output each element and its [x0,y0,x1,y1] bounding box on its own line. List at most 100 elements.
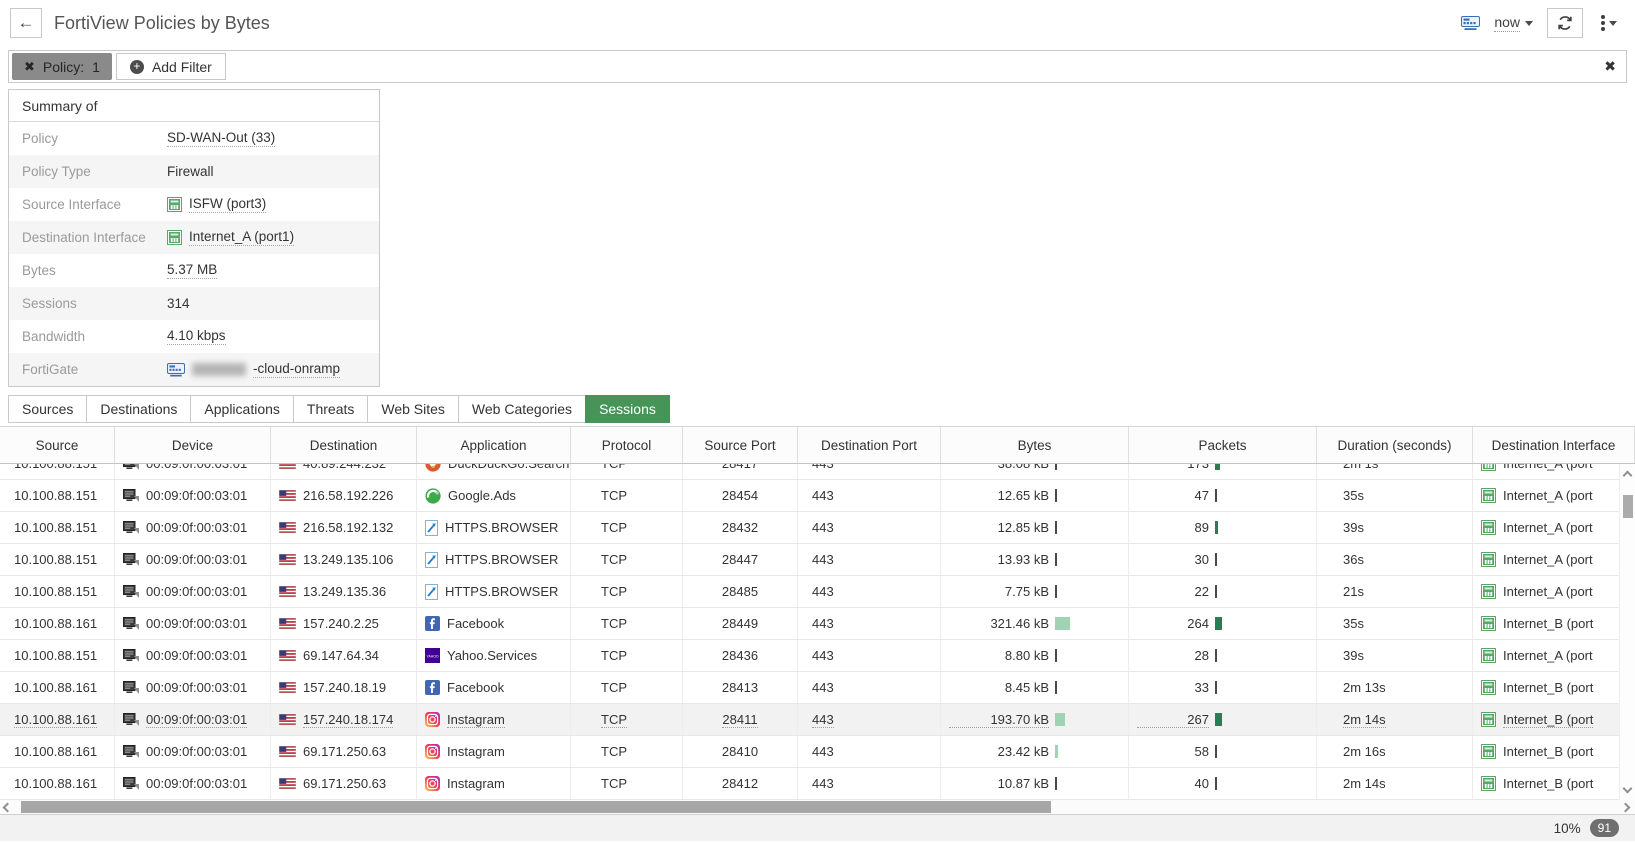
cell-protocol: TCP [571,672,683,703]
cell-source-label: 10.100.88.151 [14,584,98,599]
https-icon [425,583,438,600]
table-row[interactable]: 10.100.88.151 00:09:0f:00:03:01 40.89.244.… [0,464,1635,480]
cell-packets: 22 [1129,576,1317,607]
cell-source: 10.100.88.161 [0,608,115,639]
tab-sources[interactable]: Sources [8,395,88,423]
clear-filters-icon[interactable]: ✖ [1604,58,1616,75]
cell-source: 10.100.88.151 [0,464,115,479]
cell-source-port: 28454 [683,480,798,511]
cell-source-label: 10.100.88.161 [14,711,98,728]
tab-web-sites[interactable]: Web Sites [367,395,459,423]
fortigate-icon [167,362,185,377]
policy-filter-chip[interactable]: ✖ Policy: 1 [12,53,112,80]
cell-duration-label: 2m 16s [1343,744,1386,759]
table-row[interactable]: 10.100.88.151 00:09:0f:00:03:01 13.249.135… [0,544,1635,576]
table-row[interactable]: 10.100.88.151 00:09:0f:00:03:01 13.249.135… [0,576,1635,608]
horizontal-scrollbar-thumb[interactable] [21,801,1051,813]
table-row[interactable]: 10.100.88.161 00:09:0f:00:03:01 69.171.250… [0,768,1635,800]
column-header-source-port[interactable]: Source Port [683,427,798,463]
cell-destination-port: 443 [798,736,941,767]
cell-source-label: 10.100.88.161 [14,744,98,759]
summary-value-text[interactable]: -cloud-onramp [253,361,341,378]
column-header-destination[interactable]: Destination [271,427,417,463]
column-header-source[interactable]: Source [0,427,115,463]
tab-applications[interactable]: Applications [190,395,294,423]
cell-destination: 69.171.250.63 [271,736,417,767]
table-row[interactable]: 10.100.88.151 00:09:0f:00:03:01 216.58.192… [0,480,1635,512]
tab-threats[interactable]: Threats [292,395,369,423]
cell-duration: 35s [1317,608,1473,639]
add-filter-button[interactable]: + Add Filter [115,53,226,80]
tab-sessions[interactable]: Sessions [585,395,670,423]
device-mac: 00:09:0f:00:03:01 [146,488,248,503]
plus-circle-icon: + [129,59,144,74]
value-bar [1055,464,1057,470]
destination-ip: 40.89.244.232 [303,464,386,471]
cell-device: 00:09:0f:00:03:01 [115,576,271,607]
tab-web-categories[interactable]: Web Categories [457,395,587,423]
cell-destination-port: 443 [798,480,941,511]
cell-protocol: TCP [571,480,683,511]
cell-source-port: 28412 [683,768,798,799]
destination-ip: 157.240.18.19 [303,680,387,695]
vertical-scrollbar-thumb[interactable] [1622,495,1633,518]
summary-value-text[interactable]: 5.37 MB [167,262,218,279]
remove-filter-icon[interactable]: ✖ [24,59,35,75]
table-row[interactable]: 10.100.88.151 00:09:0f:00:03:01 216.58.192… [0,512,1635,544]
table-row[interactable]: 10.100.88.161 00:09:0f:00:03:01 157.240.18… [0,672,1635,704]
more-menu-button[interactable] [1597,13,1621,33]
notification-count-badge[interactable]: 91 [1589,819,1619,837]
cell-duration: 36s [1317,544,1473,575]
table-row[interactable]: 10.100.88.161 00:09:0f:00:03:01 69.171.250… [0,736,1635,768]
summary-row-fortigate: FortiGate -cloud-onramp [9,353,379,386]
cell-duration-label: 2m 1s [1343,464,1378,471]
cell-protocol: TCP [571,576,683,607]
table-row[interactable]: 10.100.88.161 00:09:0f:00:03:01 157.240.2.… [0,608,1635,640]
bytes-value: 8.80 kB [1004,648,1049,663]
value-bar [1055,489,1057,502]
tab-destinations[interactable]: Destinations [86,395,192,423]
horizontal-scrollbar[interactable] [0,800,1635,814]
summary-value-text[interactable]: 4.10 kbps [167,328,226,345]
refresh-button[interactable] [1547,8,1583,38]
column-header-destination-interface[interactable]: Destination Interface [1473,427,1635,463]
cell-source-port-label: 28411 [722,711,758,728]
column-header-protocol[interactable]: Protocol [571,427,683,463]
column-header-application[interactable]: Application [417,427,571,463]
summary-value-text[interactable]: ISFW (port3) [189,196,267,213]
cell-destination: 216.58.192.132 [271,512,417,543]
column-header-duration-seconds-[interactable]: Duration (seconds) [1317,427,1473,463]
application-name: Yahoo.Services [447,648,538,663]
summary-value-text[interactable]: SD-WAN-Out (33) [167,130,276,147]
column-header-device[interactable]: Device [115,427,271,463]
back-button[interactable]: ← [10,8,42,38]
table-row[interactable]: 10.100.88.161 00:09:0f:00:03:01 157.240.18… [0,704,1635,736]
cell-source-port-label: 28410 [721,744,759,759]
scroll-up-icon[interactable] [1622,470,1633,481]
device-mac: 00:09:0f:00:03:01 [146,584,248,599]
application-name: Instagram [447,776,505,791]
scroll-left-icon[interactable] [2,802,13,812]
scroll-right-icon[interactable] [1620,802,1631,812]
us-flag-icon [279,586,296,597]
cell-duration-label: 2m 14s [1343,776,1386,791]
cell-application: Facebook [417,672,571,703]
cell-source-label: 10.100.88.151 [14,552,98,567]
packets-value: 267 [1137,712,1209,728]
cell-packets: 89 [1129,512,1317,543]
table-row[interactable]: 10.100.88.151 00:09:0f:00:03:01 69.147.64.… [0,640,1635,672]
bar-container [1209,777,1308,790]
column-header-destination-port[interactable]: Destination Port [798,427,941,463]
vertical-scrollbar[interactable] [1619,464,1635,800]
cell-application: Instagram [417,768,571,799]
column-header-packets[interactable]: Packets [1129,427,1317,463]
cell-device: 00:09:0f:00:03:01 [115,512,271,543]
time-range-dropdown[interactable]: now [1494,14,1533,32]
summary-value-text[interactable]: Internet_A (port1) [189,229,295,246]
scroll-down-icon[interactable] [1622,783,1633,794]
cell-duration: 2m 16s [1317,736,1473,767]
interface-port-icon [1481,776,1496,791]
destination-ip: 157.240.2.25 [303,616,379,631]
fortigate-icon [1461,15,1481,31]
column-header-bytes[interactable]: Bytes [941,427,1129,463]
